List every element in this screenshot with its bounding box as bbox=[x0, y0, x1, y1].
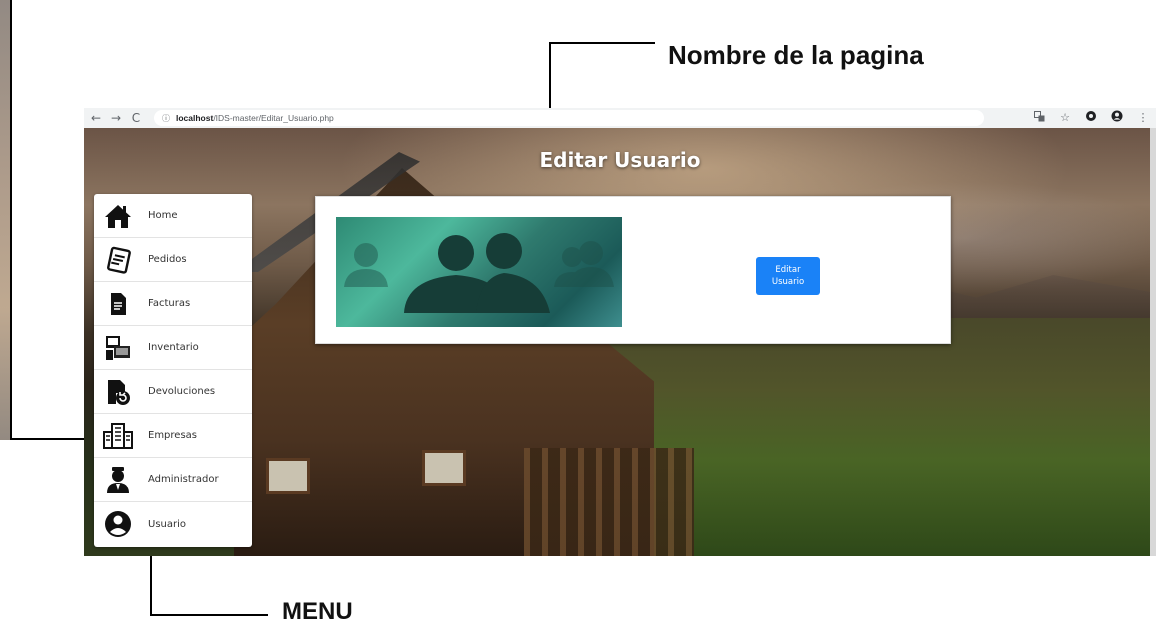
sidebar-item-label: Devoluciones bbox=[148, 386, 216, 397]
sidebar-item-label: Inventario bbox=[148, 342, 199, 353]
menu-bottom-callout-horizontal bbox=[150, 614, 268, 616]
sidebar-item-facturas[interactable]: Facturas bbox=[94, 282, 252, 326]
sidebar-item-label: Administrador bbox=[148, 474, 219, 485]
sidebar-item-usuario[interactable]: Usuario bbox=[94, 502, 252, 546]
address-bar[interactable]: ⓘ localhost/IDS-master/Editar_Usuario.ph… bbox=[154, 110, 984, 126]
edit-user-button[interactable]: Editar Usuario bbox=[756, 257, 820, 295]
site-info-icon[interactable]: ⓘ bbox=[160, 113, 172, 123]
screenshot-stage: Nombre de la pagina MENU ← → C ⓘ localho… bbox=[0, 0, 1156, 628]
browser-tool-icons: ☆ ⋮ bbox=[1032, 110, 1150, 125]
url-host: localhost bbox=[176, 113, 214, 123]
sidebar-item-label: Facturas bbox=[148, 298, 191, 309]
sidebar-item-administrador[interactable]: Administrador bbox=[94, 458, 252, 502]
sidebar-item-inventario[interactable]: Inventario bbox=[94, 326, 252, 370]
background-window bbox=[266, 458, 310, 494]
sidebar-item-label: Usuario bbox=[148, 518, 187, 530]
account-icon[interactable] bbox=[1110, 110, 1124, 125]
back-button[interactable]: ← bbox=[88, 110, 104, 126]
reload-button[interactable]: C bbox=[128, 110, 144, 126]
background-balcony bbox=[524, 448, 694, 556]
sidebar-item-home[interactable]: Home bbox=[94, 194, 252, 238]
edit-user-card: Editar Usuario bbox=[315, 196, 951, 344]
sidebar-item-pedidos[interactable]: Pedidos bbox=[94, 238, 252, 282]
sidebar-menu: Home Pedidos Facturas Inventario Devoluc… bbox=[94, 194, 252, 547]
background-window bbox=[422, 450, 466, 486]
inventory-icon bbox=[102, 332, 134, 364]
url-path: /IDS-master/Editar_Usuario.php bbox=[213, 113, 334, 123]
users-illustration bbox=[336, 217, 622, 327]
page-title: Editar Usuario bbox=[539, 148, 701, 172]
forward-button[interactable]: → bbox=[108, 110, 124, 126]
admin-icon bbox=[102, 464, 134, 496]
page-viewport: Editar Usuario Home Pedidos Facturas Inv… bbox=[84, 128, 1156, 556]
companies-icon bbox=[102, 420, 134, 452]
users-silhouette-icon bbox=[344, 233, 614, 313]
extension-icon[interactable] bbox=[1084, 110, 1098, 125]
menu-annotation: MENU bbox=[282, 598, 353, 625]
menu-left-callout-vertical bbox=[10, 0, 12, 440]
page-name-annotation: Nombre de la pagina bbox=[668, 40, 924, 70]
translate-icon[interactable] bbox=[1032, 110, 1046, 125]
invoice-icon bbox=[102, 288, 134, 320]
browser-window: ← → C ⓘ localhost/IDS-master/Editar_Usua… bbox=[84, 108, 1156, 556]
page-scrollbar[interactable] bbox=[1150, 128, 1156, 556]
user-icon bbox=[102, 508, 134, 540]
sidebar-item-label: Home bbox=[148, 210, 178, 221]
browser-toolbar: ← → C ⓘ localhost/IDS-master/Editar_Usua… bbox=[84, 108, 1156, 128]
star-icon[interactable]: ☆ bbox=[1058, 111, 1072, 124]
sidebar-item-devoluciones[interactable]: Devoluciones bbox=[94, 370, 252, 414]
page-name-callout-horizontal bbox=[549, 42, 655, 44]
sidebar-item-empresas[interactable]: Empresas bbox=[94, 414, 252, 458]
sidebar-item-label: Empresas bbox=[148, 430, 197, 441]
home-icon bbox=[102, 200, 134, 232]
returns-icon bbox=[102, 376, 134, 408]
more-icon[interactable]: ⋮ bbox=[1136, 111, 1150, 124]
orders-icon bbox=[102, 244, 134, 276]
sidebar-item-label: Pedidos bbox=[148, 254, 187, 265]
